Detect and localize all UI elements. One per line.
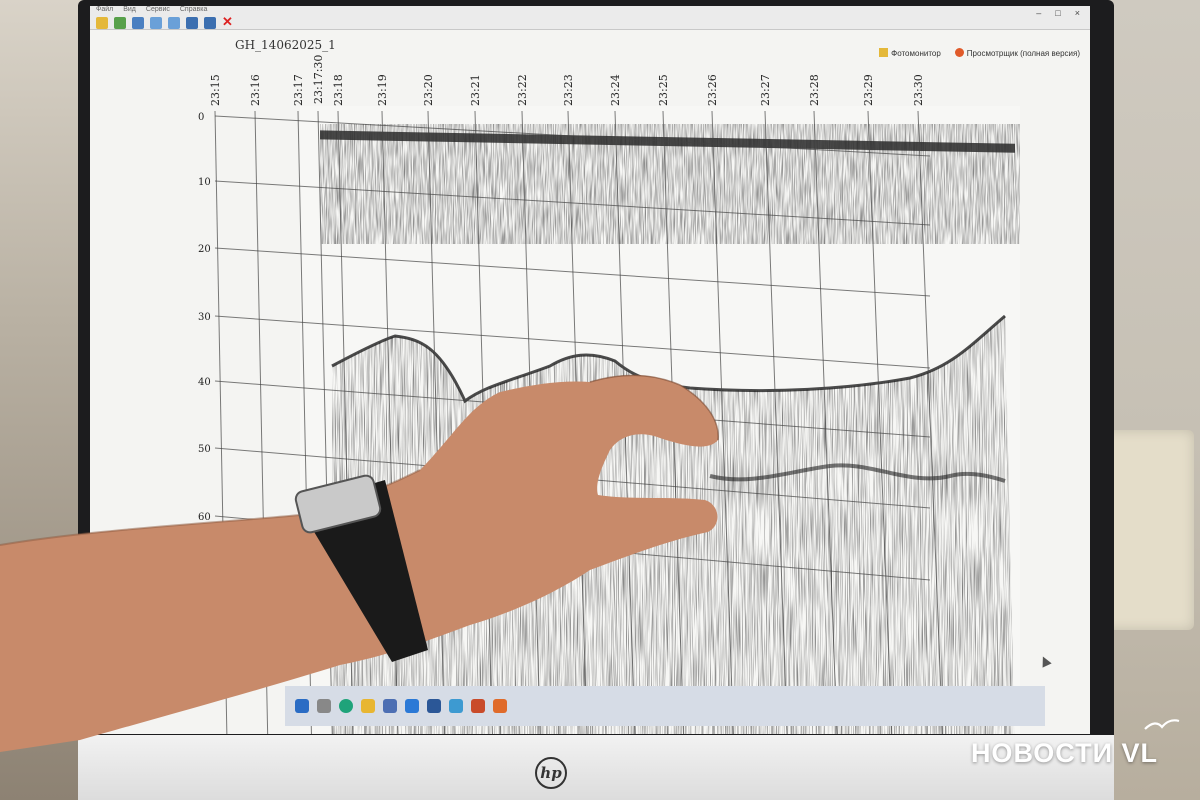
depth-tick-label: 40 xyxy=(198,377,211,388)
watermark-text: НОВОСТИ VL xyxy=(970,738,1158,768)
time-tick-label: 23:17 xyxy=(292,74,305,106)
time-tick-label: 23:30 xyxy=(912,74,925,106)
word-icon[interactable] xyxy=(427,699,441,713)
hp-logo: hp xyxy=(535,757,567,789)
time-axis-labels: 23:15 23:16 23:17 23:17:30 23:18 23:19 23:20 23… xyxy=(209,55,925,106)
time-tick-label: 23:23 xyxy=(562,74,575,106)
grid-vline xyxy=(214,110,228,734)
time-tick-label: 23:26 xyxy=(706,74,719,106)
search-icon[interactable] xyxy=(317,699,331,713)
depth-tick-label: 20 xyxy=(198,244,211,255)
time-tick-label: 23:24 xyxy=(609,74,622,106)
time-tick-label: 23:22 xyxy=(516,74,529,106)
depth-tick-label: 60 xyxy=(198,512,211,523)
taskbar xyxy=(285,686,1045,726)
depth-axis-labels: 0 10 20 30 40 50 60 xyxy=(198,112,211,523)
app-icon[interactable] xyxy=(493,699,507,713)
app-icon[interactable] xyxy=(471,699,485,713)
monitor-screen: ✕ Файл Вид Сервис Справка – □ × GH_14062… xyxy=(90,6,1090,734)
depth-tick-label: 30 xyxy=(198,312,211,323)
time-tick-label: 23:29 xyxy=(862,74,875,106)
gull-logo-icon xyxy=(1144,719,1180,730)
echogram-plot[interactable]: 23:15 23:16 23:17 23:17:30 23:18 23:19 23:20 23… xyxy=(90,6,1090,734)
monitor-chin xyxy=(78,735,1114,800)
time-tick-label: 23:20 xyxy=(422,74,435,106)
store-icon[interactable] xyxy=(383,699,397,713)
time-tick-label: 23:27 xyxy=(759,74,772,106)
time-tick-label: 23:28 xyxy=(808,74,821,106)
app-icon[interactable] xyxy=(449,699,463,713)
depth-tick-label: 50 xyxy=(198,444,211,455)
time-tick-label: 23:21 xyxy=(469,74,482,106)
time-tick-label: 23:17:30 xyxy=(312,55,325,104)
depth-tick-label: 0 xyxy=(198,112,204,123)
windows-icon[interactable] xyxy=(295,699,309,713)
time-tick-label: 23:25 xyxy=(657,74,670,106)
time-tick-label: 23:18 xyxy=(332,74,345,106)
time-tick-label: 23:19 xyxy=(376,74,389,106)
depth-tick-label: 10 xyxy=(198,177,211,188)
time-tick-label: 23:15 xyxy=(209,74,222,106)
grid-vline xyxy=(254,110,269,734)
explorer-icon[interactable] xyxy=(361,699,375,713)
mail-icon[interactable] xyxy=(405,699,419,713)
edge-icon[interactable] xyxy=(339,699,353,713)
time-tick-label: 23:16 xyxy=(249,74,262,106)
